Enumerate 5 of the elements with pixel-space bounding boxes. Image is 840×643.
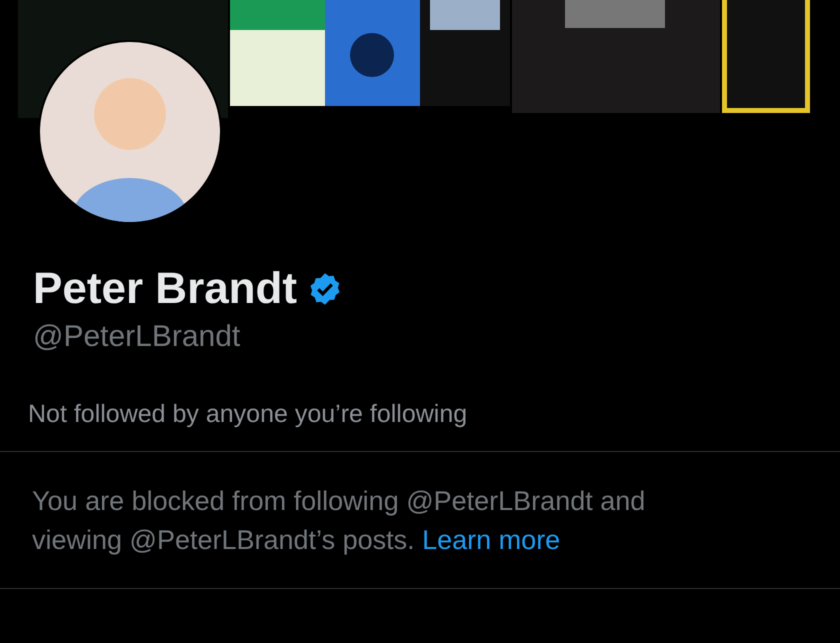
profile-name: Peter Brandt (33, 264, 298, 314)
followers-note: Not followed by anyone you’re following (27, 400, 468, 429)
profile-handle: @PeterLBrandt (32, 320, 242, 354)
learn-more-link[interactable]: Learn more (422, 525, 560, 555)
blocked-notice: You are blocked from following @PeterLBrandt and viewing @PeterLBrandt’s posts. Learn more (32, 485, 646, 557)
